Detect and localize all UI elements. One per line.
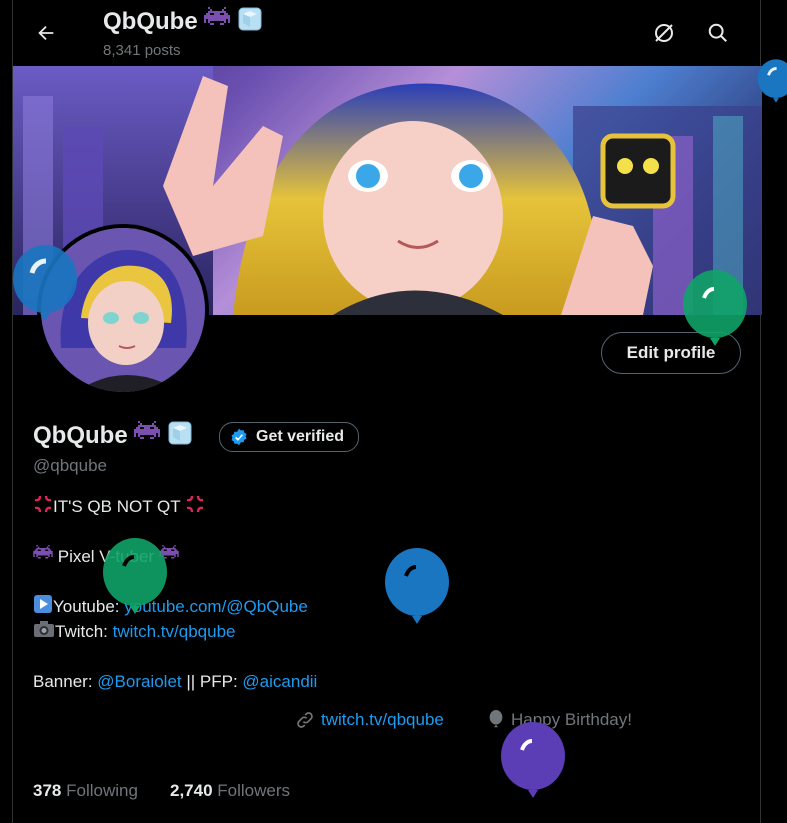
alien-monster-icon [33,545,53,570]
anger-icon [33,494,53,521]
top-bar: QbQube 8,341 posts [13,0,762,66]
search-icon [708,23,727,42]
following-count[interactable]: 378 Following [33,781,138,801]
link-icon [297,712,313,728]
refresh-button[interactable] [645,14,683,52]
pfp-artist-link[interactable]: @aicandii [242,672,317,691]
back-button[interactable] [27,14,65,52]
header-title: QbQube [103,6,263,39]
verified-badge-icon [231,428,247,446]
balloon-decoration [683,270,747,346]
profile-column: QbQube 8,341 posts Edit profile QbQube G… [12,0,762,823]
ice-cube-icon [237,6,263,39]
followers-count[interactable]: 2,740 Followers [170,781,290,801]
balloon-decoration [501,722,565,798]
search-button[interactable] [699,14,737,52]
alien-monster-icon [204,7,231,38]
balloon-decoration [103,538,167,614]
website-meta: twitch.tv/qbqube [295,710,444,730]
user-handle: @qbqube [33,456,107,475]
ice-cube-icon [167,420,193,453]
balloon-decoration [385,548,449,624]
bio-credits-line: Banner: @Boraiolet || PFP: @aicandii [33,672,318,691]
back-arrow-icon [38,25,54,41]
refresh-icon [655,24,673,42]
alien-monster-icon [134,421,161,452]
balloon-decoration [13,245,77,321]
display-name: QbQube [33,420,193,453]
play-icon [33,594,53,621]
balloon-decoration [757,59,787,103]
posts-count: 8,341 posts [103,42,181,59]
website-link[interactable]: twitch.tv/qbqube [321,710,444,730]
anger-icon [185,494,205,521]
camera-icon [33,620,55,645]
bio-line-1: IT'S QB NOT QT [33,494,733,519]
get-verified-button[interactable]: Get verified [219,422,360,452]
banner-artist-link[interactable]: @Boraiolet [97,672,181,691]
